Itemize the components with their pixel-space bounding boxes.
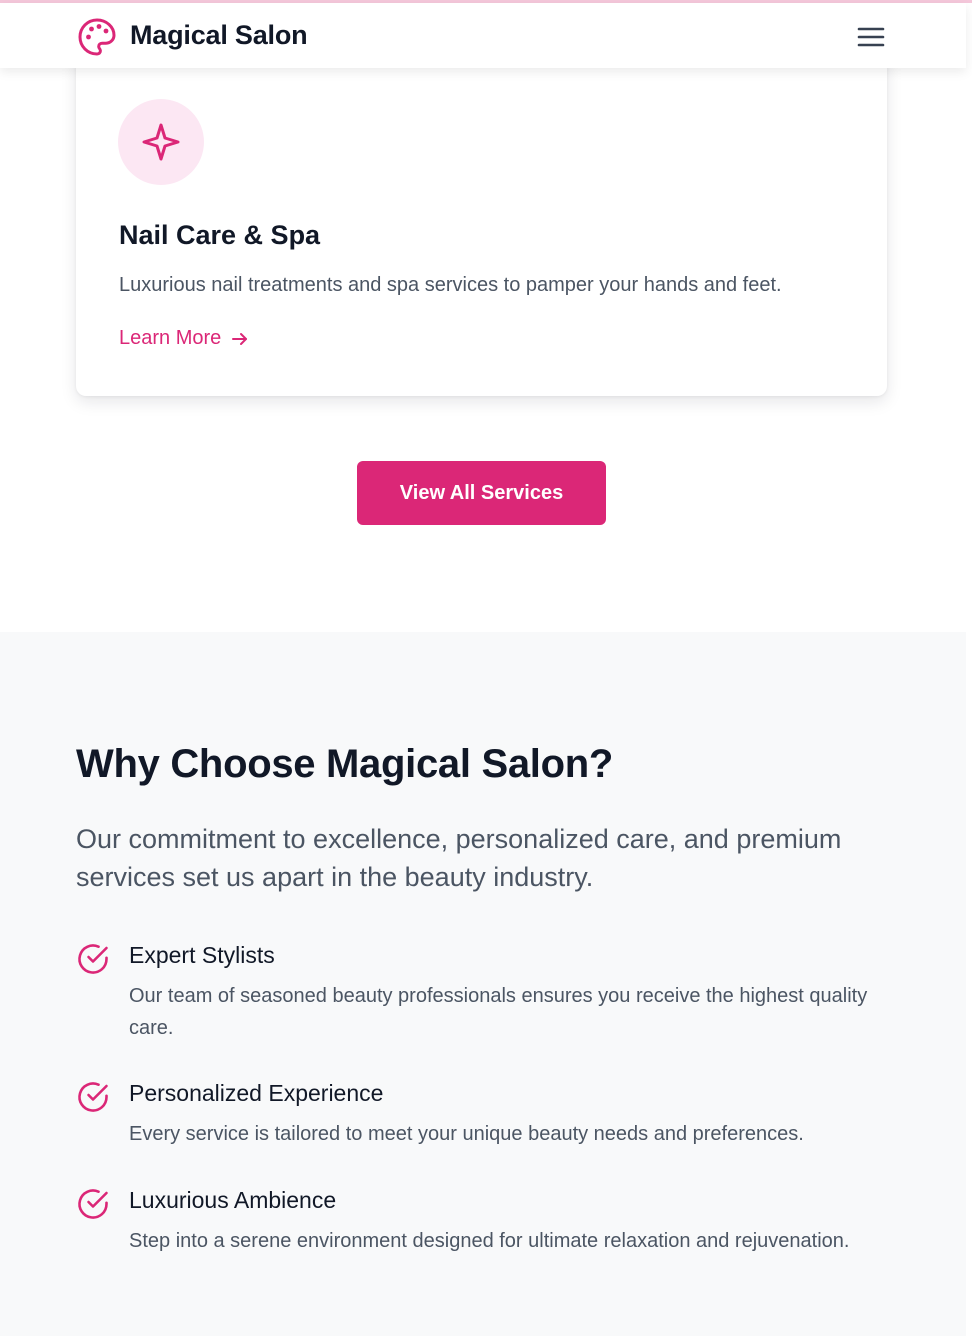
palette-icon[interactable] <box>77 17 117 57</box>
section-title: Why Choose Magical Salon? <box>76 742 614 786</box>
check-circle-icon <box>78 1082 108 1112</box>
feature-description: Our team of seasoned beauty professional… <box>129 985 868 1039</box>
check-circle-icon <box>78 1189 108 1219</box>
sparkle-icon <box>142 123 180 161</box>
feature-title: Expert Stylists <box>129 942 275 968</box>
feature-title: Luxurious Ambience <box>129 1187 337 1213</box>
view-all-services-button[interactable]: View All Services <box>357 461 606 525</box>
site-header: Magical Salon <box>0 3 966 68</box>
section-description: Our commitment to excellence, personaliz… <box>76 824 842 892</box>
check-circle-icon <box>78 944 108 974</box>
hamburger-menu-icon[interactable] <box>856 22 886 52</box>
feature-description: Every service is tailored to meet your u… <box>129 1123 804 1145</box>
arrow-right-icon <box>232 332 248 345</box>
service-icon-badge <box>118 99 204 185</box>
service-description: Luxurious nail treatments and spa servic… <box>119 274 782 296</box>
feature-title: Personalized Experience <box>129 1080 384 1106</box>
service-card: Nail Care & Spa Luxurious nail treatment… <box>76 40 887 396</box>
why-choose-section: Why Choose Magical Salon? Our commitment… <box>0 632 966 1336</box>
learn-more-label: Learn More <box>119 327 222 349</box>
service-title: Nail Care & Spa <box>119 220 321 250</box>
brand-name[interactable]: Magical Salon <box>130 20 308 51</box>
feature-description: Step into a serene environment designed … <box>129 1230 850 1252</box>
learn-more-link[interactable]: Learn More <box>119 327 249 350</box>
